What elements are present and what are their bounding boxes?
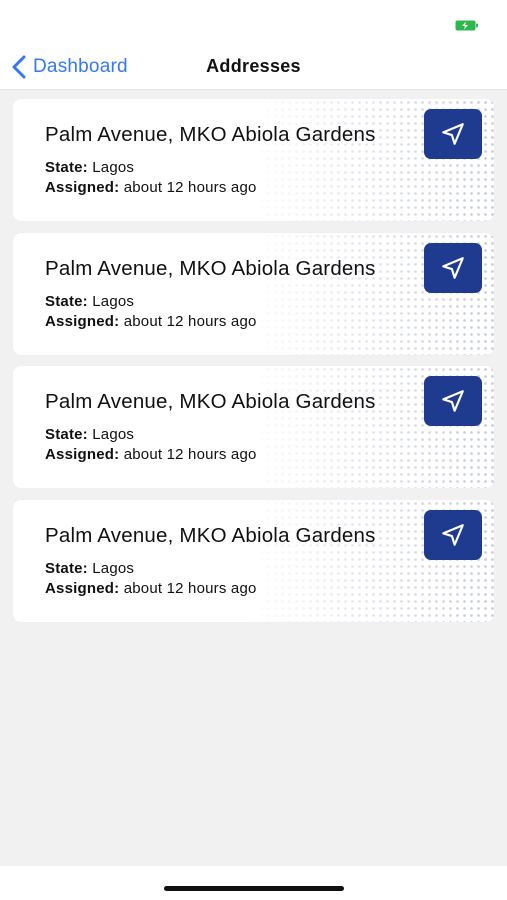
home-indicator[interactable] xyxy=(164,886,344,891)
address-title: Palm Avenue, MKO Abiola Gardens xyxy=(45,390,376,413)
address-title: Palm Avenue, MKO Abiola Gardens xyxy=(45,123,376,146)
address-state: State: Lagos xyxy=(45,159,134,176)
navigation-arrow-icon xyxy=(442,123,464,145)
navigate-button[interactable] xyxy=(424,109,482,159)
address-state: State: Lagos xyxy=(45,426,134,443)
assigned-value: about 12 hours ago xyxy=(123,446,257,463)
navigation-arrow-icon xyxy=(442,523,464,546)
assigned-value: about 12 hours ago xyxy=(123,312,257,330)
state-key: State: xyxy=(45,559,88,577)
state-key: State: xyxy=(45,159,88,176)
address-card[interactable]: Palm Avenue, MKO Abiola Gardens State: L… xyxy=(13,232,494,355)
assigned-key: Assigned: xyxy=(45,312,120,330)
address-assigned: Assigned: about 12 hours ago xyxy=(45,580,257,597)
state-value: Lagos xyxy=(92,426,135,443)
page-title: Addresses xyxy=(206,56,301,76)
address-assigned: Assigned: about 12 hours ago xyxy=(45,313,257,330)
navigation-arrow-icon xyxy=(442,256,464,279)
address-list: Palm Avenue, MKO Abiola Gardens State: L… xyxy=(13,99,494,633)
battery-charging-icon xyxy=(455,20,478,31)
address-title: Palm Avenue, MKO Abiola Gardens xyxy=(45,256,376,280)
state-value: Lagos xyxy=(92,159,135,176)
status-bar xyxy=(0,0,507,44)
state-value: Lagos xyxy=(92,559,135,577)
bottom-bar xyxy=(0,866,507,900)
state-key: State: xyxy=(45,292,88,310)
address-assigned: Assigned: about 12 hours ago xyxy=(45,179,257,196)
state-key: State: xyxy=(45,426,88,443)
address-state: State: Lagos xyxy=(45,293,134,310)
address-card[interactable]: Palm Avenue, MKO Abiola Gardens State: L… xyxy=(13,366,494,488)
assigned-key: Assigned: xyxy=(45,579,120,597)
navigate-button[interactable] xyxy=(424,376,482,426)
navigate-button[interactable] xyxy=(424,242,482,293)
assigned-value: about 12 hours ago xyxy=(123,579,257,597)
address-card[interactable]: Palm Avenue, MKO Abiola Gardens State: L… xyxy=(13,99,494,221)
navigation-arrow-icon xyxy=(442,390,464,412)
address-title: Palm Avenue, MKO Abiola Gardens xyxy=(45,523,376,547)
assigned-value: about 12 hours ago xyxy=(123,179,257,196)
state-value: Lagos xyxy=(92,292,135,310)
address-assigned: Assigned: about 12 hours ago xyxy=(45,446,257,463)
assigned-key: Assigned: xyxy=(45,179,120,196)
navigate-button[interactable] xyxy=(424,509,482,560)
navigation-bar: Dashboard Addresses xyxy=(0,44,507,90)
address-state: State: Lagos xyxy=(45,560,134,577)
address-card[interactable]: Palm Avenue, MKO Abiola Gardens State: L… xyxy=(13,499,494,622)
assigned-key: Assigned: xyxy=(45,446,120,463)
